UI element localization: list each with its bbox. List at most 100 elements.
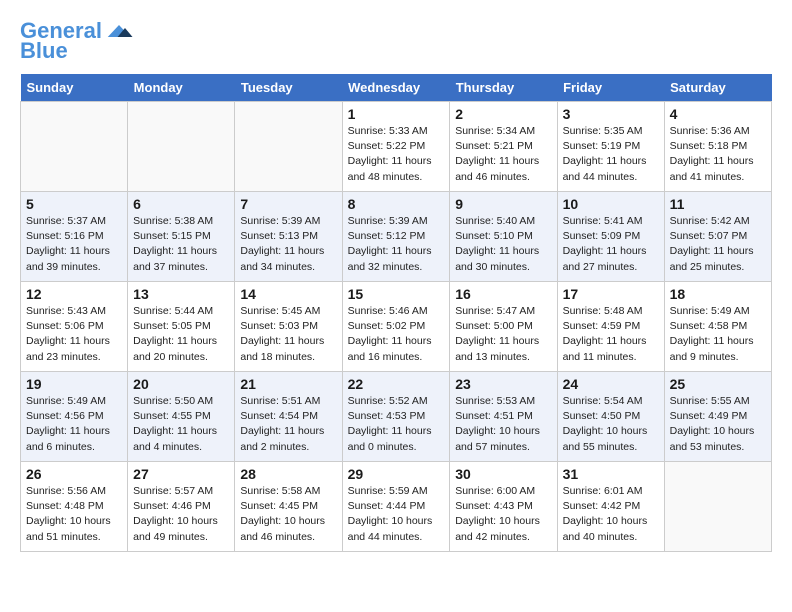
- logo-icon: [104, 22, 134, 40]
- cell-info: Sunrise: 5:58 AM Sunset: 4:45 PM Dayligh…: [240, 484, 336, 545]
- cell-info: Sunrise: 5:43 AM Sunset: 5:06 PM Dayligh…: [26, 304, 122, 365]
- cell-day-number: 6: [133, 196, 229, 212]
- cell-day-number: 13: [133, 286, 229, 302]
- calendar-cell: 28 Sunrise: 5:58 AM Sunset: 4:45 PM Dayli…: [235, 462, 342, 552]
- calendar-cell: [664, 462, 771, 552]
- calendar-cell: 19 Sunrise: 5:49 AM Sunset: 4:56 PM Dayli…: [21, 372, 128, 462]
- calendar-cell: [128, 102, 235, 192]
- cell-info: Sunrise: 5:39 AM Sunset: 5:12 PM Dayligh…: [348, 214, 445, 275]
- calendar-cell: 21Sunrise: 5:51 AM Sunset: 4:54 PM Dayli…: [235, 372, 342, 462]
- cell-day-number: 26: [26, 466, 122, 482]
- calendar-cell: 14 Sunrise: 5:45 AM Sunset: 5:03 PM Dayli…: [235, 282, 342, 372]
- calendar-cell: 10 Sunrise: 5:41 AM Sunset: 5:09 PM Dayli…: [557, 192, 664, 282]
- cell-info: Sunrise: 5:49 AM Sunset: 4:56 PM Dayligh…: [26, 394, 122, 455]
- weekday-header-row: SundayMondayTuesdayWednesdayThursdayFrid…: [21, 74, 772, 102]
- cell-info: Sunrise: 5:42 AM Sunset: 5:07 PM Dayligh…: [670, 214, 766, 275]
- calendar-cell: 27Sunrise: 5:57 AM Sunset: 4:46 PM Dayli…: [128, 462, 235, 552]
- calendar-cell: 18 Sunrise: 5:49 AM Sunset: 4:58 PM Dayli…: [664, 282, 771, 372]
- cell-info: Sunrise: 5:59 AM Sunset: 4:44 PM Dayligh…: [348, 484, 445, 545]
- calendar-cell: 11 Sunrise: 5:42 AM Sunset: 5:07 PM Dayli…: [664, 192, 771, 282]
- cell-day-number: 16: [455, 286, 551, 302]
- cell-info: Sunrise: 5:34 AM Sunset: 5:21 PM Dayligh…: [455, 124, 551, 185]
- cell-info: Sunrise: 5:50 AM Sunset: 4:55 PM Dayligh…: [133, 394, 229, 455]
- cell-day-number: 24: [563, 376, 659, 392]
- cell-day-number: 11: [670, 196, 766, 212]
- cell-day-number: 18: [670, 286, 766, 302]
- cell-info: Sunrise: 5:37 AM Sunset: 5:16 PM Dayligh…: [26, 214, 122, 275]
- cell-day-number: 29: [348, 466, 445, 482]
- weekday-header-tuesday: Tuesday: [235, 74, 342, 102]
- calendar-cell: 22Sunrise: 5:52 AM Sunset: 4:53 PM Dayli…: [342, 372, 450, 462]
- calendar-cell: 17 Sunrise: 5:48 AM Sunset: 4:59 PM Dayli…: [557, 282, 664, 372]
- weekday-header-thursday: Thursday: [450, 74, 557, 102]
- cell-info: Sunrise: 5:55 AM Sunset: 4:49 PM Dayligh…: [670, 394, 766, 455]
- weekday-header-friday: Friday: [557, 74, 664, 102]
- calendar-week-1: 1 Sunrise: 5:33 AM Sunset: 5:22 PM Daylig…: [21, 102, 772, 192]
- weekday-header-wednesday: Wednesday: [342, 74, 450, 102]
- calendar-cell: 29 Sunrise: 5:59 AM Sunset: 4:44 PM Dayli…: [342, 462, 450, 552]
- cell-info: Sunrise: 5:33 AM Sunset: 5:22 PM Dayligh…: [348, 124, 445, 185]
- cell-day-number: 12: [26, 286, 122, 302]
- calendar-week-5: 26 Sunrise: 5:56 AM Sunset: 4:48 PM Dayli…: [21, 462, 772, 552]
- weekday-header-saturday: Saturday: [664, 74, 771, 102]
- calendar-cell: 23 Sunrise: 5:53 AM Sunset: 4:51 PM Dayli…: [450, 372, 557, 462]
- cell-day-number: 5: [26, 196, 122, 212]
- logo: General Blue: [20, 20, 134, 64]
- cell-day-number: 14: [240, 286, 336, 302]
- cell-info: Sunrise: 5:44 AM Sunset: 5:05 PM Dayligh…: [133, 304, 229, 365]
- cell-info: Sunrise: 5:56 AM Sunset: 4:48 PM Dayligh…: [26, 484, 122, 545]
- cell-day-number: 19: [26, 376, 122, 392]
- cell-day-number: 30: [455, 466, 551, 482]
- cell-day-number: 28: [240, 466, 336, 482]
- cell-day-number: 3: [563, 106, 659, 122]
- weekday-header-sunday: Sunday: [21, 74, 128, 102]
- cell-info: Sunrise: 5:51 AM Sunset: 4:54 PM Dayligh…: [240, 394, 336, 455]
- calendar-cell: 3 Sunrise: 5:35 AM Sunset: 5:19 PM Daylig…: [557, 102, 664, 192]
- calendar-cell: 9Sunrise: 5:40 AM Sunset: 5:10 PM Daylig…: [450, 192, 557, 282]
- cell-info: Sunrise: 5:49 AM Sunset: 4:58 PM Dayligh…: [670, 304, 766, 365]
- cell-info: Sunrise: 5:40 AM Sunset: 5:10 PM Dayligh…: [455, 214, 551, 275]
- cell-info: Sunrise: 5:45 AM Sunset: 5:03 PM Dayligh…: [240, 304, 336, 365]
- cell-day-number: 25: [670, 376, 766, 392]
- cell-day-number: 10: [563, 196, 659, 212]
- calendar-cell: 1 Sunrise: 5:33 AM Sunset: 5:22 PM Daylig…: [342, 102, 450, 192]
- calendar-cell: 15 Sunrise: 5:46 AM Sunset: 5:02 PM Dayli…: [342, 282, 450, 372]
- calendar-cell: 24 Sunrise: 5:54 AM Sunset: 4:50 PM Dayli…: [557, 372, 664, 462]
- cell-info: Sunrise: 5:53 AM Sunset: 4:51 PM Dayligh…: [455, 394, 551, 455]
- cell-info: Sunrise: 5:57 AM Sunset: 4:46 PM Dayligh…: [133, 484, 229, 545]
- cell-day-number: 8: [348, 196, 445, 212]
- calendar-cell: 13 Sunrise: 5:44 AM Sunset: 5:05 PM Dayli…: [128, 282, 235, 372]
- calendar-cell: 26 Sunrise: 5:56 AM Sunset: 4:48 PM Dayli…: [21, 462, 128, 552]
- calendar-cell: 5 Sunrise: 5:37 AM Sunset: 5:16 PM Daylig…: [21, 192, 128, 282]
- cell-info: Sunrise: 5:48 AM Sunset: 4:59 PM Dayligh…: [563, 304, 659, 365]
- cell-info: Sunrise: 5:54 AM Sunset: 4:50 PM Dayligh…: [563, 394, 659, 455]
- logo-blue: Blue: [20, 38, 68, 64]
- cell-day-number: 20: [133, 376, 229, 392]
- cell-day-number: 15: [348, 286, 445, 302]
- cell-day-number: 1: [348, 106, 445, 122]
- cell-day-number: 23: [455, 376, 551, 392]
- cell-info: Sunrise: 6:00 AM Sunset: 4:43 PM Dayligh…: [455, 484, 551, 545]
- calendar-cell: 12 Sunrise: 5:43 AM Sunset: 5:06 PM Dayli…: [21, 282, 128, 372]
- calendar-cell: [21, 102, 128, 192]
- cell-day-number: 7: [240, 196, 336, 212]
- cell-info: Sunrise: 5:47 AM Sunset: 5:00 PM Dayligh…: [455, 304, 551, 365]
- cell-info: Sunrise: 5:46 AM Sunset: 5:02 PM Dayligh…: [348, 304, 445, 365]
- calendar-cell: 2Sunrise: 5:34 AM Sunset: 5:21 PM Daylig…: [450, 102, 557, 192]
- calendar-week-3: 12 Sunrise: 5:43 AM Sunset: 5:06 PM Dayli…: [21, 282, 772, 372]
- calendar-week-4: 19 Sunrise: 5:49 AM Sunset: 4:56 PM Dayli…: [21, 372, 772, 462]
- calendar-week-2: 5 Sunrise: 5:37 AM Sunset: 5:16 PM Daylig…: [21, 192, 772, 282]
- cell-day-number: 17: [563, 286, 659, 302]
- calendar-cell: 30 Sunrise: 6:00 AM Sunset: 4:43 PM Dayli…: [450, 462, 557, 552]
- cell-day-number: 4: [670, 106, 766, 122]
- cell-info: Sunrise: 6:01 AM Sunset: 4:42 PM Dayligh…: [563, 484, 659, 545]
- cell-info: Sunrise: 5:52 AM Sunset: 4:53 PM Dayligh…: [348, 394, 445, 455]
- calendar-cell: 7 Sunrise: 5:39 AM Sunset: 5:13 PM Daylig…: [235, 192, 342, 282]
- calendar-cell: 6Sunrise: 5:38 AM Sunset: 5:15 PM Daylig…: [128, 192, 235, 282]
- cell-info: Sunrise: 5:36 AM Sunset: 5:18 PM Dayligh…: [670, 124, 766, 185]
- calendar: SundayMondayTuesdayWednesdayThursdayFrid…: [20, 74, 772, 552]
- cell-info: Sunrise: 5:41 AM Sunset: 5:09 PM Dayligh…: [563, 214, 659, 275]
- calendar-cell: 16 Sunrise: 5:47 AM Sunset: 5:00 PM Dayli…: [450, 282, 557, 372]
- cell-info: Sunrise: 5:35 AM Sunset: 5:19 PM Dayligh…: [563, 124, 659, 185]
- cell-info: Sunrise: 5:39 AM Sunset: 5:13 PM Dayligh…: [240, 214, 336, 275]
